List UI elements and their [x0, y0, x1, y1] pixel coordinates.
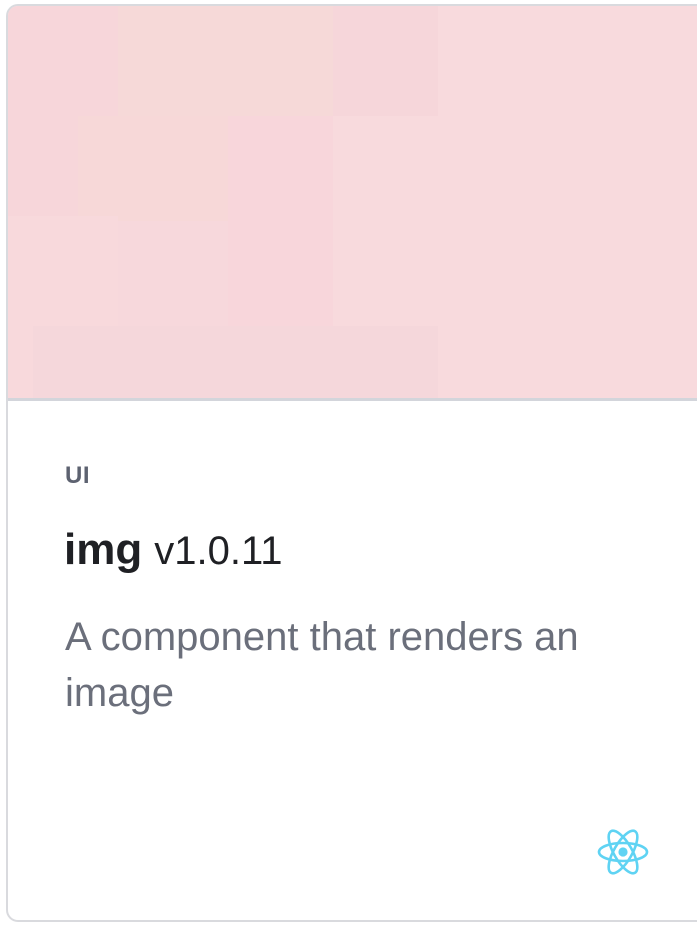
component-preview-image	[8, 6, 697, 398]
react-icon	[597, 829, 649, 875]
component-title[interactable]: img v1.0.11	[64, 528, 282, 572]
component-description: A component that renders an image	[65, 615, 579, 715]
component-version: v1.0.11	[154, 529, 283, 573]
component-category: UI	[65, 462, 90, 489]
component-card[interactable]: UI img v1.0.11 A component that renders a…	[6, 4, 697, 922]
component-name[interactable]: img	[64, 525, 142, 574]
preview-divider	[8, 398, 697, 401]
